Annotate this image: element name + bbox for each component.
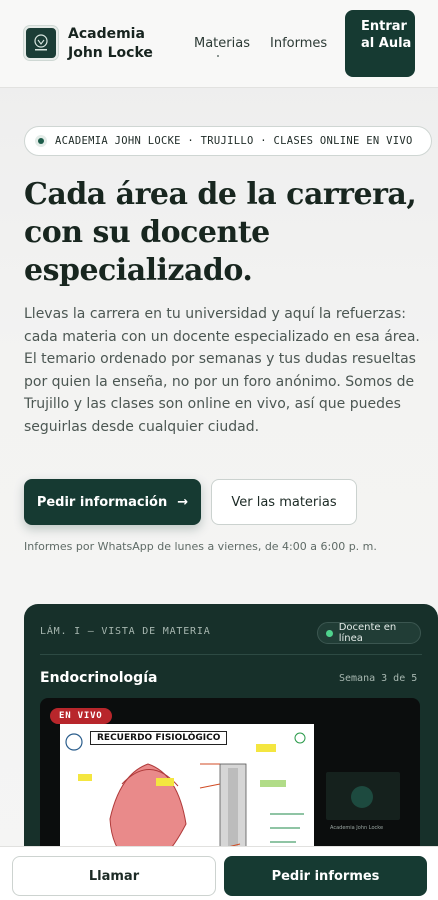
online-dot-icon	[326, 629, 333, 637]
nav-active-indicator	[217, 55, 219, 57]
camera-caption: Academia John Locke	[330, 825, 384, 831]
teacher-camera-tile	[326, 772, 400, 820]
academy-logo[interactable]	[24, 26, 58, 60]
live-badge: EN VIVO	[50, 708, 112, 724]
week-indicator: Semana 3 de 5	[339, 673, 418, 684]
arrow-right-icon: →	[177, 494, 189, 510]
card-divider	[40, 654, 422, 655]
hero-title: Cada área de la carrera, con su docente …	[24, 177, 417, 288]
location-badge: ACADEMIA JOHN LOCKE · TRUJILLO · CLASES …	[24, 126, 432, 156]
status-dot-icon	[35, 135, 47, 147]
teacher-online-text: Docente en línea	[338, 622, 397, 644]
card-label: LÁM. I — VISTA DE MATERIA	[40, 626, 211, 637]
badge-text: ACADEMIA JOHN LOCKE · TRUJILLO · CLASES …	[55, 135, 413, 147]
nav-materias[interactable]: Materias	[194, 36, 250, 51]
view-subjects-button[interactable]: Ver las materias	[211, 479, 357, 525]
nav-informes[interactable]: Informes	[270, 36, 327, 51]
call-button[interactable]: Llamar	[12, 856, 216, 896]
academy-logo-icon	[351, 786, 373, 808]
request-informes-button[interactable]: Pedir informes	[224, 856, 427, 896]
subject-name: Endocrinología	[40, 670, 158, 686]
shield-logo-icon	[34, 34, 48, 51]
hero-description: Llevas la carrera en tu universidad y aq…	[24, 306, 420, 435]
teacher-online-badge: Docente en línea	[317, 622, 421, 644]
brand-name[interactable]: Academia John Locke	[68, 25, 178, 63]
site-header: Academia John Locke Materias Informes En…	[0, 0, 438, 88]
enter-classroom-button[interactable]: Entrar al Aula	[345, 10, 415, 77]
bottom-action-bar: Llamar Pedir informes	[0, 846, 438, 900]
request-info-button[interactable]: Pedir información →	[24, 479, 201, 525]
hours-note: Informes por WhatsApp de lunes a viernes…	[24, 540, 377, 553]
slide-title: RECUERDO FISIOLÓGICO	[90, 731, 228, 745]
request-info-label: Pedir información	[36, 494, 168, 510]
